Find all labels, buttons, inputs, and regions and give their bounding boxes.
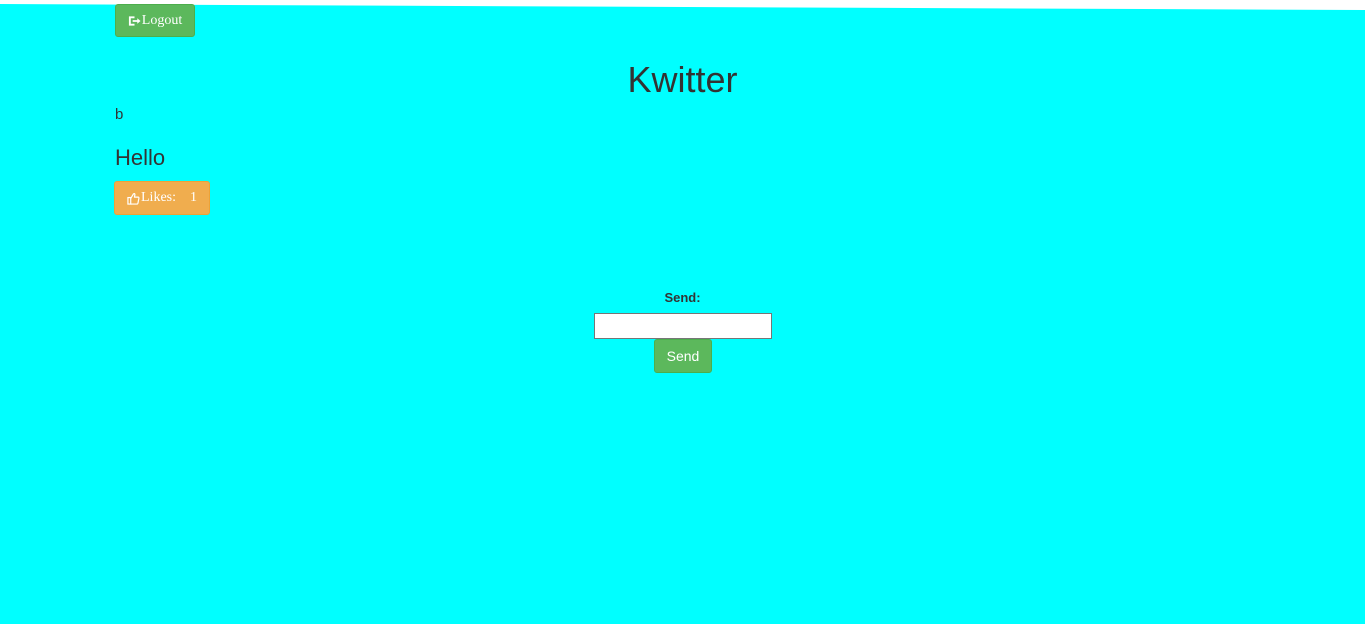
thumbs-up-icon [127,192,140,205]
page-title: Kwitter [627,59,738,100]
log-out-icon [128,15,141,26]
send-button[interactable]: Send [654,339,712,373]
likes-label: Likes: [141,190,176,205]
likes-count: 1 [190,190,197,205]
logout-button[interactable]: Logout [115,4,195,37]
post-message: Hello [115,145,166,170]
logout-label: Logout [141,12,183,28]
send-label: Send: [664,290,701,305]
top-strip [0,0,1365,10]
message-input[interactable] [594,313,772,339]
like-button[interactable]: Likes: 1 [114,181,210,215]
post-username: b [115,106,124,123]
